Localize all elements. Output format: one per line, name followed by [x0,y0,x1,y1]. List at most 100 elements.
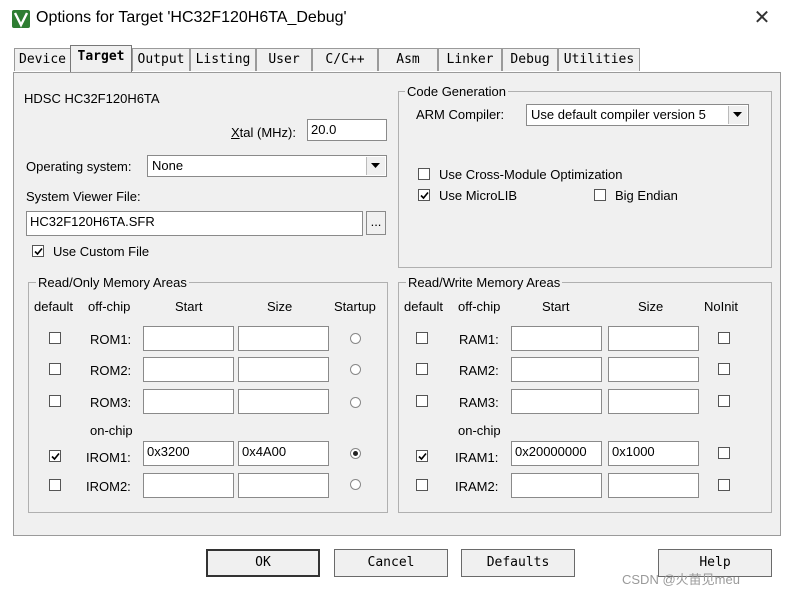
rom-header-size: Size [267,299,293,314]
close-icon[interactable]: ✕ [748,4,776,32]
ram3-noinit-checkbox[interactable] [718,395,730,407]
iram2-start-input[interactable] [511,473,602,498]
rom-onchip-label: on-chip [90,423,133,438]
arm-compiler-label: ARM Compiler: [416,107,505,122]
rom1-label: ROM1: [90,332,132,347]
ram3-size-input[interactable] [608,389,699,414]
rom3-start-input[interactable] [143,389,234,414]
iram2-default-checkbox[interactable] [416,479,428,491]
irom1-size-input[interactable]: 0x4A00 [238,441,329,466]
keil-uvision-icon [12,10,30,28]
iram1-default-checkbox[interactable] [416,450,428,462]
svf-input[interactable]: HC32F120H6TA.SFR [26,211,363,236]
irom2-label: IROM2: [86,479,131,494]
ram1-label: RAM1: [459,332,499,347]
rom3-size-input[interactable] [238,389,329,414]
rom3-label: ROM3: [90,395,132,410]
rom1-size-input[interactable] [238,326,329,351]
irom2-default-checkbox[interactable] [49,479,61,491]
ram2-default-checkbox[interactable] [416,363,428,375]
big-endian-checkbox[interactable] [594,189,606,201]
ram-header-start: Start [542,299,570,314]
ram2-noinit-checkbox[interactable] [718,363,730,375]
irom1-start-input[interactable]: 0x3200 [143,441,234,466]
ok-button[interactable]: OK [206,549,320,577]
tab-linker[interactable]: Linker [438,48,502,71]
tab-user[interactable]: User [256,48,312,71]
iram1-start-input[interactable]: 0x20000000 [511,441,602,466]
tab-c-cpp[interactable]: C/C++ [312,48,378,71]
ram1-default-checkbox[interactable] [416,332,428,344]
ram-header-size: Size [638,299,664,314]
irom1-label: IROM1: [86,450,131,465]
tab-output[interactable]: Output [132,48,190,71]
tab-debug[interactable]: Debug [502,48,558,71]
tab-target[interactable]: Target [70,45,132,72]
chevron-down-icon[interactable] [728,106,747,124]
iram1-noinit-checkbox[interactable] [718,447,730,459]
cross-module-checkbox[interactable] [418,168,430,180]
rom-header-startup: Startup [334,299,376,314]
ram-group-title: Read/Write Memory Areas [406,275,563,290]
rom2-startup-radio[interactable] [350,364,361,375]
ram2-start-input[interactable] [511,357,602,382]
defaults-button[interactable]: Defaults [461,549,575,577]
check-icon [51,452,60,461]
rom-group-title: Read/Only Memory Areas [36,275,189,290]
ram3-default-checkbox[interactable] [416,395,428,407]
rom1-default-checkbox[interactable] [49,332,61,344]
rom3-default-checkbox[interactable] [49,395,61,407]
ram1-size-input[interactable] [608,326,699,351]
iram1-size-input[interactable]: 0x1000 [608,441,699,466]
rom-header-default: default [34,299,74,314]
iram1-label: IRAM1: [455,450,499,465]
ram3-start-input[interactable] [511,389,602,414]
iram2-size-input[interactable] [608,473,699,498]
svf-label: System Viewer File: [26,189,141,204]
ram-header-default: default [404,299,444,314]
tab-asm[interactable]: Asm [378,48,438,71]
os-select[interactable]: None [147,155,387,177]
svf-browse-button[interactable]: ... [366,211,386,235]
ram1-noinit-checkbox[interactable] [718,332,730,344]
arm-compiler-select[interactable]: Use default compiler version 5 [526,104,749,126]
irom2-startup-radio[interactable] [350,479,361,490]
irom2-start-input[interactable] [143,473,234,498]
ram3-label: RAM3: [459,395,499,410]
use-custom-file-label: Use Custom File [53,244,150,259]
window-title: Options for Target 'HC32F120H6TA_Debug' [36,9,347,26]
check-icon [420,191,429,200]
device-name: HDSC HC32F120H6TA [24,91,160,106]
rom2-start-input[interactable] [143,357,234,382]
chevron-down-icon[interactable] [366,157,385,175]
rom2-default-checkbox[interactable] [49,363,61,375]
target-panel: HDSC HC32F120H6TA Xtal (MHz): 20.0 Opera… [13,72,781,536]
check-icon [418,452,427,461]
xtal-label: Xtal (MHz): [231,125,297,140]
microlib-label: Use MicroLIB [439,188,518,203]
use-custom-file-checkbox[interactable] [32,245,44,257]
ram-header-noinit: NoInit [704,299,738,314]
cancel-button[interactable]: Cancel [334,549,448,577]
ram2-size-input[interactable] [608,357,699,382]
rom2-label: ROM2: [90,363,132,378]
irom2-size-input[interactable] [238,473,329,498]
ram2-label: RAM2: [459,363,499,378]
irom1-startup-radio[interactable] [350,448,361,459]
rom3-startup-radio[interactable] [350,397,361,408]
rom1-startup-radio[interactable] [350,333,361,344]
iram2-label: IRAM2: [455,479,499,494]
microlib-checkbox[interactable] [418,189,430,201]
iram2-noinit-checkbox[interactable] [718,479,730,491]
rom1-start-input[interactable] [143,326,234,351]
irom1-default-checkbox[interactable] [49,450,61,462]
tab-utilities[interactable]: Utilities [558,48,640,71]
tab-listing[interactable]: Listing [190,48,256,71]
check-icon [34,247,43,256]
tab-device[interactable]: Device [14,48,71,71]
xtal-input[interactable]: 20.0 [307,119,387,141]
rom2-size-input[interactable] [238,357,329,382]
ram1-start-input[interactable] [511,326,602,351]
os-label: Operating system: [26,159,132,174]
ram-header-offchip: off-chip [458,299,501,314]
